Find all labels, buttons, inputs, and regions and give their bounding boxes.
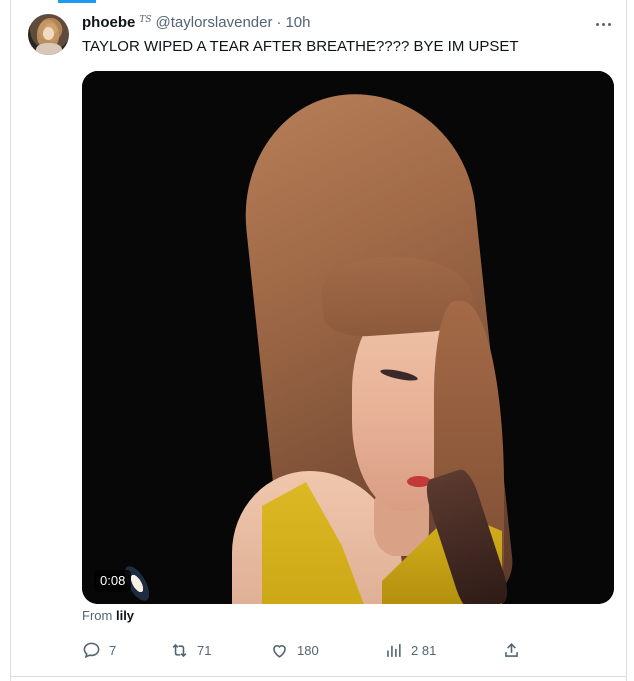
tweet-text: TAYLOR WIPED A TEAR AFTER BREATHE???? BY… — [82, 38, 519, 55]
like-count: 180 — [297, 642, 319, 658]
share-icon — [505, 642, 518, 657]
tweet-header: phoebe TS @taylorslavender · 10h — [82, 14, 311, 34]
separator-dot: · — [276, 14, 282, 31]
video-frame — [82, 71, 614, 604]
tab-indicator — [58, 0, 96, 3]
reply-icon — [83, 642, 100, 658]
reply-button[interactable]: 7 — [82, 636, 116, 664]
avatar[interactable] — [28, 14, 69, 55]
avatar-face — [43, 27, 54, 40]
name-badge: TS — [139, 15, 152, 25]
timestamp[interactable]: 10h — [285, 14, 310, 31]
avatar-shirt — [36, 43, 62, 55]
tweet-card: phoebe TS @taylorslavender · 10h TAYLOR … — [0, 0, 634, 681]
share-button[interactable] — [502, 636, 521, 664]
display-name[interactable]: phoebe — [82, 14, 135, 31]
card-border-bottom — [10, 676, 627, 677]
card-border-left — [10, 0, 11, 681]
more-horizontal-icon[interactable] — [592, 16, 614, 32]
retweet-icon — [172, 643, 187, 657]
views-bar-icon — [387, 643, 401, 657]
video-player[interactable]: 0:08 — [82, 71, 614, 604]
views-button[interactable]: 2 81 — [384, 636, 436, 664]
retweet-button[interactable]: 71 — [170, 636, 211, 664]
video-duration: 0:08 — [94, 570, 132, 592]
heart-icon — [273, 644, 286, 658]
user-handle[interactable]: @taylorslavender — [156, 14, 273, 31]
attribution-prefix: From — [82, 608, 113, 623]
attribution-user[interactable]: lily — [116, 608, 134, 623]
like-button[interactable]: 180 — [270, 636, 319, 664]
attribution: From lily — [82, 608, 134, 623]
card-border-right — [626, 0, 627, 681]
action-bar: 7 71 180 2 81 — [82, 636, 522, 664]
reply-count: 7 — [109, 642, 117, 658]
views-count: 2 81 — [411, 642, 437, 658]
retweet-count: 71 — [197, 642, 212, 658]
